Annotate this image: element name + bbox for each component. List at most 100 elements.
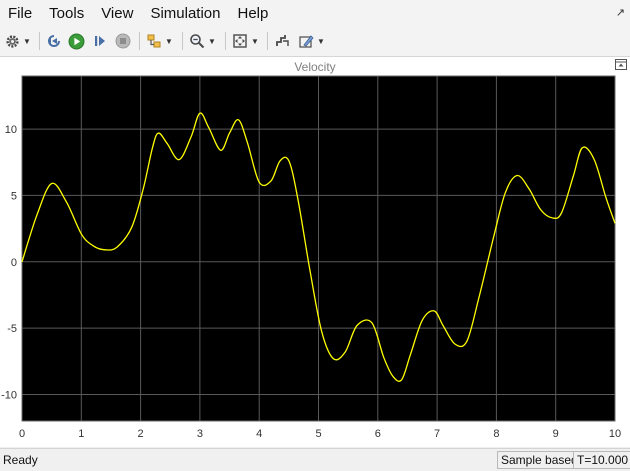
velocity-data-point bbox=[422, 320, 423, 321]
y-tick-label: 10 bbox=[5, 124, 17, 136]
x-tick-label: 7 bbox=[434, 428, 440, 440]
velocity-data-point bbox=[238, 119, 239, 120]
velocity-data-point bbox=[454, 343, 455, 344]
y-tick-label: 5 bbox=[11, 190, 17, 202]
velocity-data-point bbox=[51, 183, 52, 184]
velocity-data-point bbox=[158, 132, 159, 133]
chevron-down-icon[interactable]: ▼ bbox=[208, 37, 216, 46]
zoom-button[interactable]: ▼ bbox=[189, 31, 216, 51]
signal-select-icon bbox=[147, 34, 161, 48]
velocity-data-point bbox=[540, 209, 541, 210]
zoom-icon bbox=[190, 34, 205, 49]
chevron-down-icon[interactable]: ▼ bbox=[23, 37, 31, 46]
y-tick-label: 0 bbox=[11, 257, 17, 269]
run-icon bbox=[68, 33, 85, 49]
velocity-data-point bbox=[167, 143, 168, 144]
toolbar-overflow-arrow-icon[interactable]: ↗ bbox=[616, 6, 625, 19]
stop-icon bbox=[115, 33, 131, 49]
toolbar-separator bbox=[139, 32, 140, 50]
x-tick-label: 4 bbox=[256, 428, 262, 440]
velocity-data-point bbox=[321, 330, 322, 331]
velocity-data-point bbox=[401, 379, 402, 380]
velocity-data-point bbox=[606, 197, 607, 198]
highlight-icon bbox=[299, 35, 314, 48]
simulation-time-indicator: T=10.000 bbox=[573, 451, 630, 469]
velocity-data-point bbox=[66, 201, 67, 202]
velocity-data-point bbox=[309, 268, 310, 269]
x-tick-label: 0 bbox=[19, 428, 25, 440]
y-tick-label: -10 bbox=[1, 389, 17, 401]
velocity-data-point bbox=[517, 175, 518, 176]
velocity-data-point bbox=[179, 159, 180, 160]
x-tick-label: 8 bbox=[493, 428, 499, 440]
menu-view[interactable]: View bbox=[93, 0, 142, 27]
run-button[interactable] bbox=[68, 31, 85, 51]
menu-file[interactable]: File bbox=[0, 0, 41, 27]
velocity-data-point bbox=[297, 197, 298, 198]
velocity-data-point bbox=[104, 249, 105, 250]
step-forward-button[interactable] bbox=[92, 31, 108, 51]
step-back-icon bbox=[48, 35, 60, 47]
x-tick-label: 2 bbox=[138, 428, 144, 440]
toolbar: ▼ ▼ ▼ ▼ ▼ bbox=[0, 27, 630, 57]
cursor-measure-icon bbox=[276, 35, 289, 46]
velocity-data-point bbox=[493, 237, 494, 238]
chevron-down-icon[interactable]: ▼ bbox=[165, 37, 173, 46]
x-tick-label: 10 bbox=[609, 428, 621, 440]
velocity-data-point bbox=[345, 351, 346, 352]
step-back-button[interactable] bbox=[46, 31, 62, 51]
velocity-data-point bbox=[270, 180, 271, 181]
velocity-data-point bbox=[594, 159, 595, 160]
velocity-data-point bbox=[93, 245, 94, 246]
velocity-data-point bbox=[505, 192, 506, 193]
velocity-data-point bbox=[528, 188, 529, 189]
fit-to-view-button[interactable]: ▼ bbox=[232, 31, 259, 51]
velocity-data-point bbox=[81, 233, 82, 234]
velocity-data-point bbox=[561, 212, 562, 213]
velocity-data-point bbox=[229, 132, 230, 133]
toolbar-separator bbox=[182, 32, 183, 50]
velocity-data-point bbox=[288, 160, 289, 161]
velocity-data-point bbox=[143, 187, 144, 188]
velocity-data-point bbox=[356, 325, 357, 326]
velocity-data-point bbox=[208, 127, 209, 128]
chevron-down-icon[interactable]: ▼ bbox=[251, 37, 259, 46]
velocity-data-point bbox=[552, 217, 553, 218]
velocity-data-point bbox=[434, 310, 435, 311]
y-tick-label: -5 bbox=[7, 323, 17, 335]
settings-button[interactable]: ▼ bbox=[5, 31, 31, 51]
menu-bar: File Tools View Simulation Help ↗ bbox=[0, 0, 630, 27]
velocity-data-point bbox=[259, 182, 260, 183]
velocity-data-point bbox=[466, 341, 467, 342]
velocity-chart[interactable]: 0 1 2 3 4 5 6 7 8 9 10 -10 -5 0 5 10 bbox=[0, 57, 630, 447]
velocity-data-point bbox=[36, 215, 37, 216]
cursor-measure-button[interactable] bbox=[274, 31, 290, 51]
step-forward-icon bbox=[95, 36, 105, 46]
sample-mode-indicator: Sample based bbox=[497, 451, 582, 469]
signal-select-button[interactable]: ▼ bbox=[146, 31, 173, 51]
menu-tools[interactable]: Tools bbox=[41, 0, 93, 27]
velocity-data-point bbox=[392, 375, 393, 376]
stop-button[interactable] bbox=[115, 31, 131, 51]
velocity-data-point bbox=[573, 175, 574, 176]
toolbar-separator bbox=[267, 32, 268, 50]
status-bar: Ready Sample based T=10.000 bbox=[0, 448, 630, 471]
status-ready-text: Ready bbox=[3, 453, 38, 467]
chevron-down-icon[interactable]: ▼ bbox=[317, 37, 325, 46]
velocity-data-point bbox=[131, 227, 132, 228]
toolbar-separator bbox=[225, 32, 226, 50]
fit-to-view-icon bbox=[233, 34, 247, 48]
velocity-data-point bbox=[478, 298, 479, 299]
x-tick-label: 5 bbox=[315, 428, 321, 440]
velocity-data-point bbox=[442, 325, 443, 326]
velocity-data-point bbox=[383, 357, 384, 358]
highlight-button[interactable]: ▼ bbox=[298, 31, 325, 51]
toolbar-separator bbox=[39, 32, 40, 50]
menu-simulation[interactable]: Simulation bbox=[142, 0, 229, 27]
menu-help[interactable]: Help bbox=[230, 0, 278, 27]
x-tick-label: 9 bbox=[553, 428, 559, 440]
x-tick-label: 1 bbox=[78, 428, 84, 440]
velocity-data-point bbox=[190, 136, 191, 137]
velocity-data-point bbox=[614, 223, 615, 224]
x-tick-label: 3 bbox=[197, 428, 203, 440]
